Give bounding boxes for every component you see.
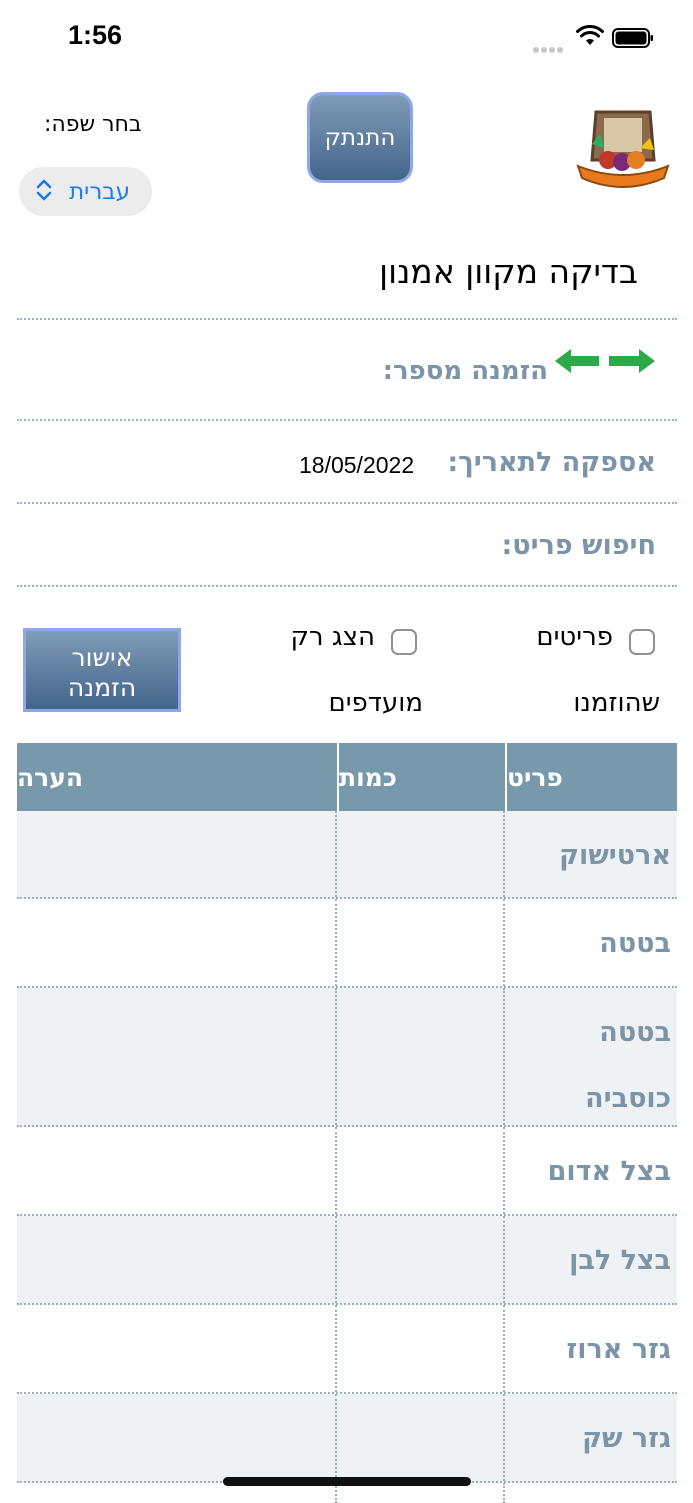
divider [17,318,677,320]
confirm-order-label-line2: הזמנה [67,673,137,702]
language-label: בחר שפה: [44,112,142,137]
language-value: עברית [69,178,130,205]
cellular-signal-icon [533,38,565,57]
table-row [17,1483,677,1503]
column-header-quantity: כמות [339,743,507,811]
favorites-only-checkbox[interactable] [391,629,417,655]
column-header-note: הערה [17,743,339,811]
table-row: בצל לבן [17,1216,677,1305]
quantity-cell[interactable] [337,811,505,897]
item-name: בצל לבן [569,1245,671,1276]
ordered-items-label-line2: שהוזמנו [573,688,660,718]
column-header-item: פריט [507,762,563,792]
delivery-date-value[interactable]: 18/05/2022 [299,452,414,479]
quantity-cell[interactable] [337,1305,505,1392]
confirm-order-label-line1: אישור [71,643,133,672]
note-cell[interactable] [17,1483,337,1503]
note-cell[interactable] [17,1305,337,1392]
table-row: בטטה כוסביה [17,988,677,1127]
table-row: ארטישוק [17,811,677,899]
favorites-only-label-line2: מועדפים [328,688,423,718]
note-cell[interactable] [17,811,337,897]
table-row: גזר שק [17,1394,677,1483]
divider [17,585,677,587]
divider [17,419,677,421]
note-cell[interactable] [17,899,337,986]
item-name: בצל אדום [547,1156,671,1187]
note-cell[interactable] [17,988,337,1125]
item-name: בטטה כוסביה [585,1017,671,1114]
ordered-items-checkbox[interactable] [629,629,655,655]
order-items-table: הערה כמות פריט ארטישוק בטטה בטטה כוסביה … [17,743,677,1503]
divider [17,502,677,504]
chevron-up-down-icon [35,179,57,204]
table-row: בצל אדום [17,1127,677,1216]
logout-button[interactable]: התנתק [307,92,413,183]
battery-icon [612,28,653,48]
language-select[interactable]: עברית [19,167,152,216]
item-name: גזר ארוז [566,1334,671,1365]
quantity-cell[interactable] [337,899,505,986]
wifi-icon [576,25,604,45]
item-name: בטטה [599,928,671,959]
quantity-cell[interactable] [337,1216,505,1303]
quantity-cell[interactable] [337,988,505,1125]
ordered-items-label-line1: פריטים [536,622,613,652]
page-title: בדיקה מקוון אמנון [379,252,638,291]
favorites-only-label-line1: הצג רק [290,622,375,652]
note-cell[interactable] [17,1127,337,1214]
table-header: הערה כמות פריט [17,743,677,811]
note-cell[interactable] [17,1216,337,1303]
green-double-arrow-icon[interactable] [553,346,657,376]
item-name: גזר שק [582,1423,671,1454]
home-indicator[interactable] [223,1477,471,1486]
item-search-label[interactable]: חיפוש פריט: [502,530,657,561]
note-cell[interactable] [17,1394,337,1481]
quantity-cell[interactable] [337,1394,505,1481]
confirm-order-button[interactable]: אישור הזמנה [23,628,181,712]
item-name: ארטישוק [559,840,671,871]
table-row: בטטה [17,899,677,988]
order-number-label: הזמנה מספר: [382,356,548,386]
quantity-cell[interactable] [337,1127,505,1214]
table-row: גזר ארוז [17,1305,677,1394]
status-time: 1:56 [68,20,123,50]
quantity-cell[interactable] [337,1483,505,1503]
salmon-produce-logo [576,110,670,188]
delivery-date-label: אספקה לתאריך: [447,447,656,478]
